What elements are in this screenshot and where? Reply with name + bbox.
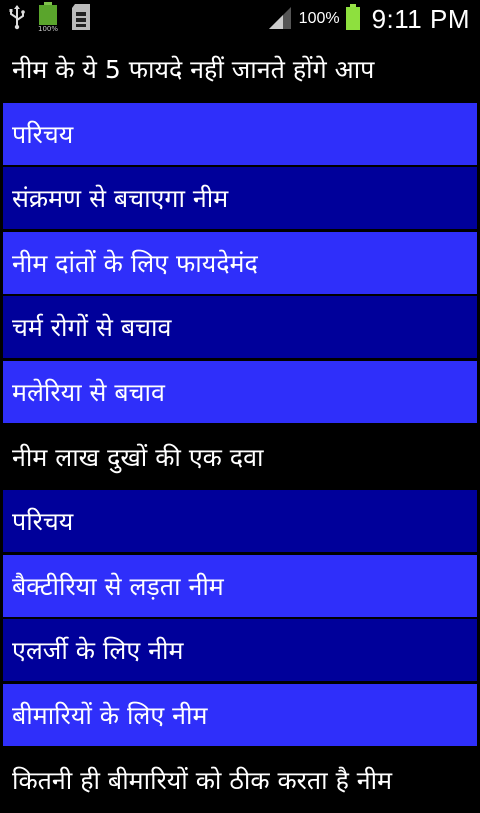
list-item[interactable]: मलेरिया से बचाव <box>3 360 477 423</box>
usb-icon <box>8 4 26 34</box>
battery-icon <box>345 4 360 34</box>
battery-percent: 100% <box>298 10 340 27</box>
battery-full-icon: 100% <box>36 2 60 36</box>
system-status: 100% 9:11 PM <box>267 4 470 34</box>
list-item[interactable]: परिचय <box>3 490 477 553</box>
section-header-label: कितनी ही बीमारियों को ठीक करता है नीम <box>12 765 393 795</box>
list-item[interactable]: बैक्टीरिया से लड़ता नीम <box>3 554 477 617</box>
list-item-label: बैक्टीरिया से लड़ता नीम <box>12 571 224 601</box>
list-item-label: परिचय <box>12 507 74 537</box>
signal-icon <box>267 5 293 33</box>
section-header-label: नीम लाख दुखों की एक दवा <box>12 442 264 472</box>
section-header-label: नीम के ये 5 फायदे नहीं जानते होंगे आप <box>12 55 375 84</box>
list-item-label: चर्म रोगों से बचाव <box>12 313 172 343</box>
section-header: नीम लाख दुखों की एक दवा <box>0 425 480 488</box>
list-item-label: मलेरिया से बचाव <box>12 377 165 407</box>
section-header: कितनी ही बीमारियों को ठीक करता है नीम <box>0 748 480 811</box>
section-header: नीम के ये 5 फायदे नहीं जानते होंगे आप <box>0 38 480 100</box>
clock: 9:11 PM <box>371 3 470 34</box>
sd-card-icon <box>70 3 92 35</box>
notification-icons: 100% <box>8 2 92 36</box>
topic-list: नीम के ये 5 फायदे नहीं जानते होंगे आप परि… <box>0 38 480 813</box>
list-item-label: परिचय <box>12 119 74 149</box>
list-item-label: बीमारियों के लिए नीम <box>12 700 208 730</box>
list-item[interactable]: बीमारियों के लिए नीम <box>3 683 477 746</box>
list-item[interactable]: चर्म रोगों से बचाव <box>3 296 477 359</box>
status-bar: 100% 100% 9:11 PM <box>0 0 480 38</box>
list-item-label: एलर्जी के लिए नीम <box>12 636 184 666</box>
list-item-label: नीम दांतों के लिए फायदेमंद <box>12 248 258 278</box>
list-item[interactable]: नीम दांतों के लिए फायदेमंद <box>3 231 477 294</box>
list-item[interactable]: संक्रमण से बचाएगा नीम <box>3 167 477 230</box>
svg-text:100%: 100% <box>38 25 58 32</box>
list-item-label: संक्रमण से बचाएगा नीम <box>12 184 229 214</box>
list-item[interactable]: एलर्जी के लिए नीम <box>3 619 477 682</box>
list-item[interactable]: परिचय <box>3 102 477 165</box>
